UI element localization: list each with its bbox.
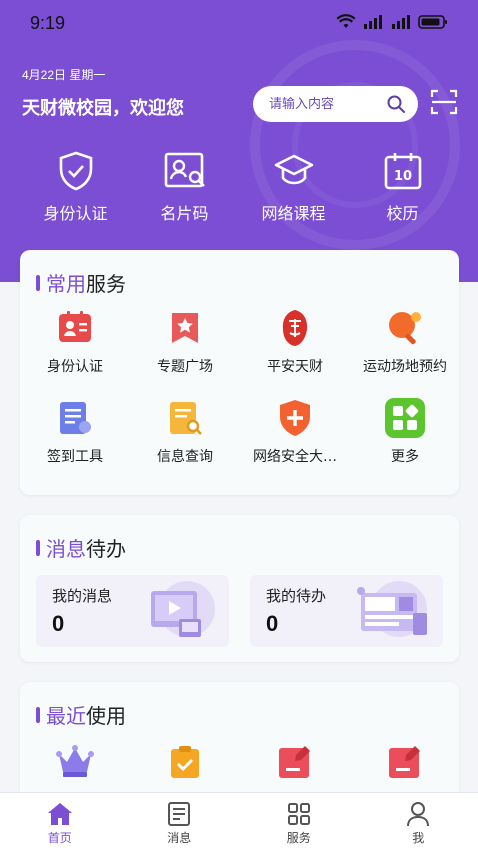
search-icon[interactable] bbox=[386, 94, 406, 114]
recent-item-2[interactable] bbox=[130, 742, 240, 782]
dashboard-illustration-icon bbox=[357, 581, 427, 637]
id-card-icon bbox=[59, 311, 91, 342]
video-player-illustration-icon bbox=[151, 581, 215, 637]
quick-id-auth[interactable]: 身份认证 bbox=[21, 150, 130, 224]
service-more[interactable]: 更多 bbox=[350, 398, 460, 466]
status-bar: 9:19 bbox=[0, 0, 478, 46]
section-title: 常用 服务 bbox=[36, 268, 126, 297]
star-bookmark-icon bbox=[172, 313, 198, 343]
title-marker bbox=[36, 274, 40, 291]
tab-me[interactable]: 我 bbox=[359, 793, 478, 850]
title-marker bbox=[36, 706, 40, 723]
recent-item-4[interactable] bbox=[350, 742, 460, 782]
user-icon bbox=[407, 802, 430, 827]
quick-actions: 身份认证 名片码 网络课程 10 校历 bbox=[0, 150, 478, 224]
shield-check-icon bbox=[59, 151, 92, 191]
welcome-title: 天财微校园，欢迎您 bbox=[22, 98, 184, 119]
section-title: 最近 使用 bbox=[36, 700, 126, 729]
service-label: 签到工具 bbox=[47, 449, 103, 465]
tab-label: 我 bbox=[412, 831, 425, 845]
section-title: 消息 待办 bbox=[36, 533, 126, 562]
recent-item-3[interactable] bbox=[240, 742, 350, 782]
title-accent: 消息 bbox=[46, 537, 86, 561]
clipboard-check-icon bbox=[171, 746, 199, 778]
crown-icon bbox=[56, 745, 94, 777]
seal-icon bbox=[282, 310, 308, 346]
status-time: 9:19 bbox=[30, 13, 66, 33]
home-icon bbox=[47, 803, 72, 825]
tab-label: 消息 bbox=[167, 831, 192, 845]
title-rest: 服务 bbox=[86, 272, 126, 296]
title-marker bbox=[36, 539, 40, 556]
recent-item-1[interactable] bbox=[20, 742, 130, 782]
ping-pong-icon bbox=[389, 312, 421, 345]
service-label: 专题广场 bbox=[157, 359, 213, 375]
service-network-security[interactable]: 网络安全大… bbox=[240, 398, 350, 466]
my-messages-count: 0 bbox=[52, 611, 65, 636]
service-safe-campus[interactable]: 平安天财 bbox=[240, 308, 350, 376]
quick-calendar[interactable]: 10 校历 bbox=[348, 150, 457, 224]
shield-plus-icon bbox=[280, 400, 310, 436]
scan-icon[interactable] bbox=[430, 88, 458, 116]
quick-label: 名片码 bbox=[160, 204, 209, 223]
recent-items bbox=[20, 742, 459, 782]
service-label: 网络安全大… bbox=[253, 449, 337, 465]
graduation-cap-icon bbox=[274, 154, 313, 185]
tab-messages[interactable]: 消息 bbox=[120, 793, 240, 850]
service-sign-in-tool[interactable]: 签到工具 bbox=[20, 398, 130, 466]
svg-text:10: 10 bbox=[393, 169, 411, 184]
tab-home[interactable]: 首页 bbox=[0, 793, 120, 850]
apps-grid-icon bbox=[287, 803, 310, 825]
quick-online-course[interactable]: 网络课程 bbox=[239, 150, 348, 224]
current-date: 4月22日 星期一 bbox=[22, 68, 106, 82]
search-input[interactable] bbox=[269, 96, 379, 112]
doc-search-icon bbox=[170, 402, 202, 435]
service-info-query[interactable]: 信息查询 bbox=[130, 398, 240, 466]
quick-card-code[interactable]: 名片码 bbox=[130, 150, 239, 224]
signal-icon bbox=[364, 15, 382, 29]
title-rest: 使用 bbox=[86, 704, 126, 728]
service-topic-square[interactable]: 专题广场 bbox=[130, 308, 240, 376]
service-sports-booking[interactable]: 运动场地预约 bbox=[350, 308, 460, 376]
my-messages-label: 我的消息 bbox=[52, 587, 113, 605]
title-rest: 待办 bbox=[86, 537, 126, 561]
service-label: 更多 bbox=[391, 449, 419, 465]
quick-label: 校历 bbox=[386, 204, 419, 223]
my-todos-label: 我的待办 bbox=[266, 587, 327, 605]
my-messages-tile[interactable]: 我的消息 0 bbox=[36, 575, 229, 647]
system-icons bbox=[336, 14, 448, 30]
my-todos-tile[interactable]: 我的待办 0 bbox=[250, 575, 443, 647]
card-search-icon bbox=[164, 152, 205, 188]
common-services-card: 常用 服务 身份认证 专题广场 平安天财 运动场地预约 签到工具 信息查询 网络… bbox=[20, 250, 459, 495]
wifi-icon bbox=[336, 14, 356, 28]
title-accent: 最近 bbox=[46, 704, 86, 728]
sign-in-doc-icon bbox=[60, 402, 91, 434]
title-accent: 常用 bbox=[46, 272, 86, 296]
services-grid: 身份认证 专题广场 平安天财 运动场地预约 签到工具 信息查询 网络安全大… 更… bbox=[20, 308, 459, 466]
service-label: 身份认证 bbox=[47, 359, 103, 375]
signal-icon-2 bbox=[392, 15, 410, 29]
grid-more-icon bbox=[385, 398, 425, 438]
tab-services[interactable]: 服务 bbox=[239, 793, 359, 850]
edit-doc-icon-2 bbox=[389, 746, 420, 778]
tab-label: 服务 bbox=[286, 831, 311, 845]
edit-doc-icon bbox=[279, 746, 310, 778]
service-id-auth[interactable]: 身份认证 bbox=[20, 308, 130, 376]
messages-card: 消息 待办 我的消息 0 我的待办 0 bbox=[20, 515, 459, 662]
my-todos-count: 0 bbox=[266, 611, 279, 636]
bottom-tab-bar: 首页 消息 服务 我 bbox=[0, 792, 478, 850]
calendar-icon: 10 bbox=[384, 153, 421, 190]
battery-icon bbox=[418, 15, 447, 29]
service-label: 平安天财 bbox=[267, 359, 323, 375]
service-label: 运动场地预约 bbox=[363, 359, 447, 375]
quick-label: 身份认证 bbox=[43, 204, 108, 223]
service-label: 信息查询 bbox=[157, 449, 213, 465]
quick-label: 网络课程 bbox=[261, 204, 326, 223]
message-doc-icon bbox=[168, 802, 191, 826]
search-bar[interactable] bbox=[253, 86, 418, 122]
tab-label: 首页 bbox=[47, 831, 72, 845]
